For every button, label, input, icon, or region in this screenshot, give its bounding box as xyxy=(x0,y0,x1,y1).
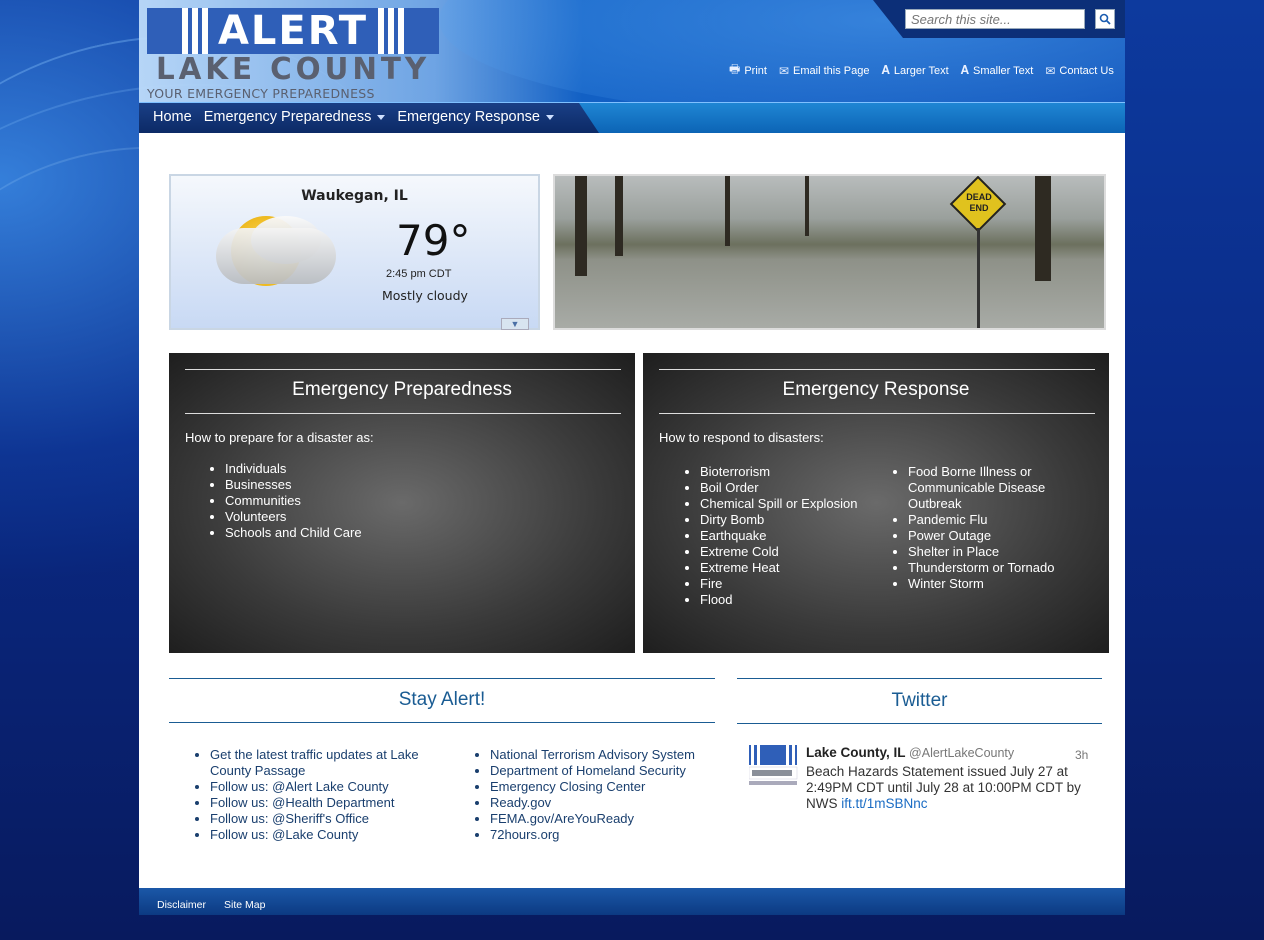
list-item[interactable]: Follow us: @Alert Lake County xyxy=(210,779,434,795)
list-item[interactable]: Emergency Closing Center xyxy=(490,779,714,795)
print-link[interactable]: 🖶 Print xyxy=(729,60,767,81)
utility-links: 🖶 Print ✉ Email this Page 𝐀 Larger Text … xyxy=(729,60,1114,81)
stay-alert-list-col2: National Terrorism Advisory System Depar… xyxy=(474,747,714,843)
list-item[interactable]: Flood xyxy=(700,592,884,608)
search-icon xyxy=(1099,13,1111,25)
email-icon: ✉ xyxy=(778,63,790,78)
search-input[interactable] xyxy=(905,9,1085,29)
list-item[interactable]: Get the latest traffic updates at Lake C… xyxy=(210,747,434,779)
list-item[interactable]: Boil Order xyxy=(700,480,884,496)
list-item[interactable]: Shelter in Place xyxy=(908,544,1082,560)
sign-text: DEAD END xyxy=(966,192,992,213)
page-wrapper: ALERT LAKE COUNTY YOUR EMERGENCY PREPARE… xyxy=(139,0,1125,915)
list-item[interactable]: Winter Storm xyxy=(908,576,1082,592)
main-nav: Home Emergency Preparedness Emergency Re… xyxy=(139,102,1125,133)
nav-emergency-preparedness[interactable]: Emergency Preparedness xyxy=(204,109,386,125)
search-button[interactable] xyxy=(1095,9,1115,29)
list-item[interactable]: Follow us: @Lake County xyxy=(210,827,434,843)
printer-icon: 🖶 xyxy=(729,62,741,76)
list-item[interactable]: Ready.gov xyxy=(490,795,714,811)
list-item[interactable]: Power Outage xyxy=(908,528,1082,544)
nav-home[interactable]: Home xyxy=(153,109,192,125)
stay-alert-list-col1: Get the latest traffic updates at Lake C… xyxy=(194,747,434,843)
logo-title: LAKE COUNTY xyxy=(155,52,431,87)
main-content: Waukegan, IL 79° 2:45 pm CDT Mostly clou… xyxy=(139,133,1125,888)
weather-city: Waukegan, IL xyxy=(301,188,408,204)
logo-word: ALERT xyxy=(213,8,373,54)
list-item[interactable]: Follow us: @Sheriff's Office xyxy=(210,811,434,827)
preparedness-list: Individuals Businesses Communities Volun… xyxy=(209,461,362,541)
response-panel[interactable]: Emergency Response How to respond to dis… xyxy=(643,353,1109,653)
weather-temperature: 79° xyxy=(396,216,471,265)
list-item[interactable]: Fire xyxy=(700,576,884,592)
list-item[interactable]: 72hours.org xyxy=(490,827,714,843)
logo-alert-box: ALERT xyxy=(147,8,439,54)
list-item[interactable]: Department of Homeland Security xyxy=(490,763,714,779)
list-item[interactable]: Communities xyxy=(225,493,362,509)
preparedness-intro: How to prepare for a disaster as: xyxy=(185,430,374,445)
nav-emergency-response[interactable]: Emergency Response xyxy=(397,109,555,125)
avatar[interactable] xyxy=(748,745,799,789)
list-item[interactable]: Extreme Cold xyxy=(700,544,884,560)
list-item[interactable]: Schools and Child Care xyxy=(225,525,362,541)
tweet-text: Beach Hazards Statement issued July 27 a… xyxy=(806,764,1081,811)
list-item[interactable]: Follow us: @Health Department xyxy=(210,795,434,811)
response-title: Emergency Response xyxy=(782,379,970,400)
contact-us-link[interactable]: ✉ Contact Us xyxy=(1045,60,1113,81)
list-item[interactable]: Volunteers xyxy=(225,509,362,525)
response-list-col2: Food Borne Illness or Communicable Disea… xyxy=(892,464,1082,592)
list-item[interactable]: Dirty Bomb xyxy=(700,512,884,528)
list-item[interactable]: FEMA.gov/AreYouReady xyxy=(490,811,714,827)
larger-text-icon: 𝐀 xyxy=(881,63,890,77)
weather-condition: Mostly cloudy xyxy=(382,288,468,303)
logo-tagline: YOUR EMERGENCY PREPAREDNESS RESOURCE xyxy=(147,86,375,102)
site-logo[interactable]: ALERT LAKE COUNTY YOUR EMERGENCY PREPARE… xyxy=(147,8,442,102)
list-item[interactable]: National Terrorism Advisory System xyxy=(490,747,714,763)
tweet-handle: @AlertLakeCounty xyxy=(909,746,1015,760)
list-item[interactable]: Businesses xyxy=(225,477,362,493)
chevron-down-icon xyxy=(377,114,386,120)
preparedness-panel[interactable]: Emergency Preparedness How to prepare fo… xyxy=(169,353,635,653)
stay-alert-title: Stay Alert! xyxy=(398,689,486,710)
list-item[interactable]: Earthquake xyxy=(700,528,884,544)
list-item[interactable]: Chemical Spill or Explosion xyxy=(700,496,884,512)
response-intro: How to respond to disasters: xyxy=(659,430,824,445)
envelope-icon: ✉ xyxy=(1045,63,1056,78)
list-item[interactable]: Individuals xyxy=(225,461,362,477)
weather-expand-button[interactable]: ▼ xyxy=(501,318,529,330)
list-item[interactable]: Bioterrorism xyxy=(700,464,884,480)
tweet-author[interactable]: Lake County, IL @AlertLakeCounty xyxy=(806,745,1014,760)
larger-text-link[interactable]: 𝐀 Larger Text xyxy=(881,60,948,81)
footer-disclaimer-link[interactable]: Disclaimer xyxy=(157,899,206,911)
list-item[interactable]: Thunderstorm or Tornado xyxy=(908,560,1082,576)
site-header: ALERT LAKE COUNTY YOUR EMERGENCY PREPARE… xyxy=(139,0,1125,102)
weather-time: 2:45 pm CDT xyxy=(386,268,452,280)
preparedness-title: Emergency Preparedness xyxy=(292,379,512,400)
email-page-link[interactable]: ✉ Email this Page xyxy=(779,60,870,81)
smaller-text-icon: 𝐀 xyxy=(960,63,970,77)
weather-widget: Waukegan, IL 79° 2:45 pm CDT Mostly clou… xyxy=(169,174,540,330)
site-footer: Disclaimer Site Map xyxy=(139,888,1125,915)
chevron-down-icon xyxy=(546,114,555,120)
footer-sitemap-link[interactable]: Site Map xyxy=(224,899,265,911)
flood-photo: DEAD END xyxy=(553,174,1106,330)
tweet-link[interactable]: ift.tt/1mSBNnc xyxy=(841,796,927,811)
list-item[interactable]: Food Borne Illness or Communicable Disea… xyxy=(908,464,1082,512)
smaller-text-link[interactable]: 𝐀 Smaller Text xyxy=(961,60,1034,81)
list-item[interactable]: Extreme Heat xyxy=(700,560,884,576)
list-item[interactable]: Pandemic Flu xyxy=(908,512,1082,528)
tweet-time[interactable]: 3h xyxy=(1075,748,1088,762)
twitter-title: Twitter xyxy=(891,690,948,711)
download-arrow-icon: ▼ xyxy=(510,319,520,329)
response-list-col1: Bioterrorism Boil Order Chemical Spill o… xyxy=(684,464,884,608)
